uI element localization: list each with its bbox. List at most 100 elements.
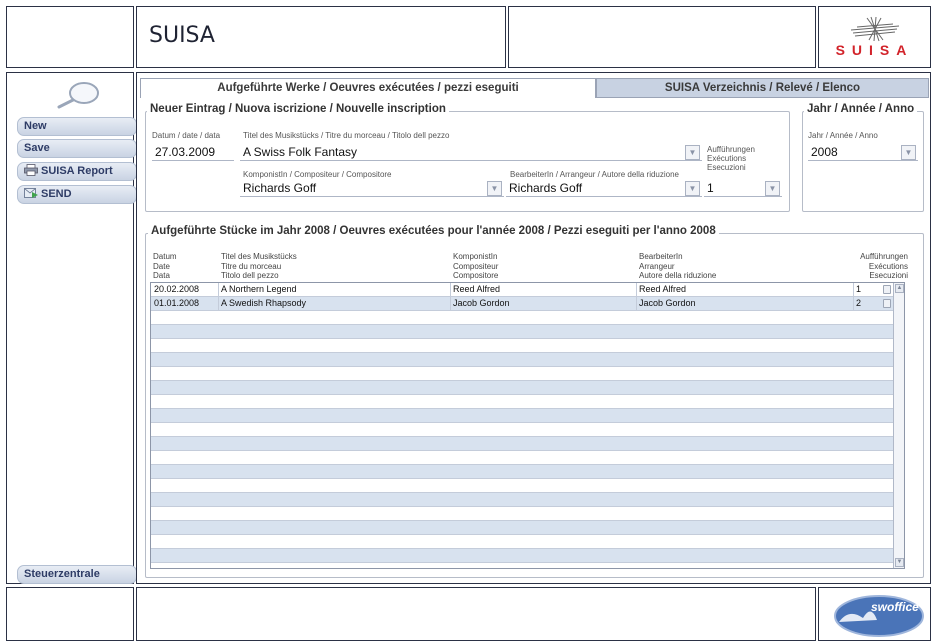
- steuerzentrale-label: Steuerzentrale: [24, 568, 100, 580]
- empty-table-row[interactable]: [151, 535, 894, 549]
- arranger-field[interactable]: Richards Goff ▼: [506, 180, 702, 197]
- header-arranger-it: Autore della riduzione: [639, 271, 717, 280]
- header-title-cell: SUISA: [136, 6, 506, 68]
- empty-table-row[interactable]: [151, 437, 894, 451]
- title-field[interactable]: A Swiss Folk Fantasy ▼: [240, 144, 702, 161]
- title-label: Titel des Musikstücks / Titre du morceau…: [243, 131, 450, 140]
- column-header-title: Titel des Musikstücks Titre du morceau T…: [221, 252, 297, 281]
- performances-label-it: Esecuzioni: [707, 163, 746, 172]
- header-title-de: Titel des Musikstücks: [221, 252, 297, 261]
- year-select[interactable]: 2008 ▼: [808, 144, 918, 161]
- send-button[interactable]: SEND: [17, 185, 137, 204]
- printer-icon: [24, 164, 38, 176]
- tab-performed-works[interactable]: Aufgeführte Werke / Oeuvres exécutées / …: [140, 78, 596, 98]
- empty-table-row[interactable]: [151, 395, 894, 409]
- tab-performed-works-label: Aufgeführte Werke / Oeuvres exécutées / …: [217, 82, 519, 94]
- empty-table-row[interactable]: [151, 409, 894, 423]
- performances-field[interactable]: 1 ▼: [704, 180, 782, 197]
- row-date: 01.01.2008: [154, 298, 200, 308]
- performances-dropdown-arrow[interactable]: ▼: [765, 181, 780, 196]
- delete-row-icon[interactable]: [883, 285, 891, 294]
- performances-label-fr: Exécutions: [707, 154, 747, 163]
- sidebar: New Save SUISA Report SEND Steuerzentral…: [6, 72, 137, 584]
- row-count: 1: [856, 284, 862, 294]
- title-value: A Swiss Folk Fantasy: [243, 145, 358, 159]
- date-label: Datum / date / data: [152, 131, 221, 140]
- empty-table-row[interactable]: [151, 353, 894, 367]
- row-arranger: Reed Alfred: [639, 284, 687, 294]
- row-title: A Swedish Rhapsody: [221, 298, 307, 308]
- swoffice-logo-text: swoffice: [871, 600, 919, 614]
- steuerzentrale-button[interactable]: Steuerzentrale: [17, 565, 137, 584]
- date-field[interactable]: 27.03.2009: [152, 144, 234, 161]
- row-composer: Jacob Gordon: [453, 298, 510, 308]
- header-date-it: Data: [153, 271, 170, 280]
- header-composer-fr: Compositeur: [453, 261, 499, 271]
- table-row[interactable]: 20.02.2008 A Northern Legend Reed Alfred…: [151, 283, 894, 297]
- empty-table-row[interactable]: [151, 507, 894, 521]
- empty-table-row[interactable]: [151, 423, 894, 437]
- arranger-label: BearbeiterIn / Arrangeur / Autore della …: [510, 170, 679, 179]
- empty-table-row[interactable]: [151, 339, 894, 353]
- date-value: 27.03.2009: [155, 145, 216, 159]
- year-group: [802, 111, 924, 212]
- new-entry-legend: Neuer Eintrag / Nuova iscrizione / Nouve…: [147, 103, 449, 115]
- row-date: 20.02.2008: [154, 284, 200, 294]
- empty-table-row[interactable]: [151, 325, 894, 339]
- year-value: 2008: [811, 145, 838, 159]
- arranger-dropdown-arrow[interactable]: ▼: [685, 181, 700, 196]
- empty-table-row[interactable]: [151, 479, 894, 493]
- delete-row-icon[interactable]: [883, 299, 891, 308]
- tab-suisa-directory[interactable]: SUISA Verzeichnis / Relevé / Elenco: [596, 78, 929, 98]
- magnifier-icon[interactable]: [51, 80, 105, 110]
- new-button[interactable]: New: [17, 117, 137, 136]
- empty-table-row[interactable]: [151, 521, 894, 535]
- performances-value: 1: [707, 181, 714, 195]
- empty-table-row[interactable]: [151, 549, 894, 563]
- column-header-composer: KomponistIn Compositeur Compositore: [453, 252, 498, 281]
- table-row[interactable]: 01.01.2008 A Swedish Rhapsody Jacob Gord…: [151, 297, 894, 311]
- save-button[interactable]: Save: [17, 139, 137, 158]
- empty-table-row[interactable]: [151, 381, 894, 395]
- year-dropdown-arrow[interactable]: ▼: [901, 145, 916, 160]
- row-count: 2: [856, 298, 862, 308]
- scroll-up-icon[interactable]: ▲: [895, 284, 904, 293]
- header-title-it: Titolo dell pezzo: [221, 271, 279, 280]
- empty-table-row[interactable]: [151, 311, 894, 325]
- header-composer-it: Compositore: [453, 271, 499, 280]
- composer-field[interactable]: Richards Goff ▼: [240, 180, 504, 197]
- empty-table-row[interactable]: [151, 493, 894, 507]
- suisa-report-button[interactable]: SUISA Report: [17, 162, 137, 181]
- header-date-fr: Date: [153, 261, 170, 271]
- new-button-label: New: [24, 120, 47, 132]
- row-title: A Northern Legend: [221, 284, 297, 294]
- column-header-date: Datum Date Data: [153, 252, 177, 281]
- save-button-label: Save: [24, 142, 50, 154]
- empty-table-row[interactable]: [151, 367, 894, 381]
- column-header-arranger: BearbeiterIn Arrangeur Autore della ridu…: [639, 252, 716, 281]
- performed-legend: Aufgeführte Stücke im Jahr 2008 / Oeuvre…: [148, 225, 719, 237]
- header-count-de: Aufführungen: [860, 252, 908, 261]
- suisa-report-label: SUISA Report: [41, 165, 113, 177]
- year-legend: Jahr / Année / Anno: [804, 103, 918, 115]
- title-dropdown-arrow[interactable]: ▼: [685, 145, 700, 160]
- suisa-logo-text: SUISA: [835, 42, 914, 58]
- swoffice-logo: swoffice: [818, 587, 931, 641]
- performed-table: 20.02.2008 A Northern Legend Reed Alfred…: [150, 282, 905, 569]
- swoffice-logo-icon: [834, 595, 924, 637]
- empty-table-row[interactable]: [151, 451, 894, 465]
- footer-main-cell: [136, 587, 816, 641]
- composer-dropdown-arrow[interactable]: ▼: [487, 181, 502, 196]
- send-icon: [24, 188, 38, 198]
- column-header-count: Aufführungen Exécutions Esecuzioni: [855, 252, 908, 281]
- empty-table-row[interactable]: [151, 465, 894, 479]
- table-scrollbar[interactable]: ▲ ▼: [893, 283, 904, 568]
- row-arranger: Jacob Gordon: [639, 298, 696, 308]
- scroll-down-icon[interactable]: ▼: [895, 558, 904, 567]
- suisa-logo: SUISA: [818, 6, 931, 68]
- tab-suisa-directory-label: SUISA Verzeichnis / Relevé / Elenco: [664, 82, 861, 94]
- send-button-label: SEND: [41, 188, 72, 200]
- arranger-value: Richards Goff: [509, 181, 583, 195]
- header-arranger-fr: Arrangeur: [639, 261, 675, 271]
- performances-label-de: Aufführungen: [707, 145, 755, 154]
